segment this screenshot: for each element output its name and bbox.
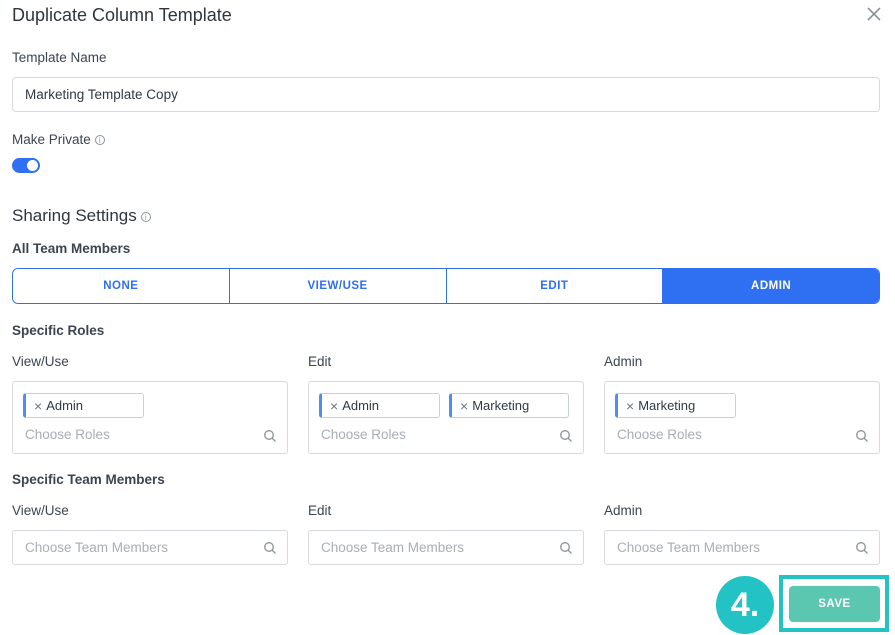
roles-admin-select[interactable]: × Marketing Choose Roles bbox=[604, 381, 880, 454]
info-icon: i bbox=[140, 211, 151, 222]
roles-view-use-label: View/Use bbox=[12, 354, 69, 369]
permission-edit-button[interactable]: EDIT bbox=[446, 269, 664, 303]
info-icon: i bbox=[94, 135, 105, 146]
make-private-label: Make Private i bbox=[12, 132, 105, 147]
permission-segmented-control: NONE VIEW/USE EDIT ADMIN bbox=[12, 268, 880, 304]
template-name-label: Template Name bbox=[12, 50, 107, 65]
role-tag: × Marketing bbox=[449, 393, 569, 418]
search-icon[interactable] bbox=[263, 429, 277, 443]
permission-admin-button[interactable]: ADMIN bbox=[663, 269, 879, 303]
dialog-title: Duplicate Column Template bbox=[12, 5, 232, 25]
members-edit-label: Edit bbox=[308, 503, 332, 518]
members-admin-label: Admin bbox=[604, 503, 643, 518]
search-icon[interactable] bbox=[263, 541, 277, 555]
choose-team-members-placeholder[interactable]: Choose Team Members bbox=[321, 540, 464, 555]
permission-view-use-button[interactable]: VIEW/USE bbox=[229, 269, 447, 303]
remove-tag-icon[interactable]: × bbox=[626, 399, 634, 413]
template-name-input[interactable] bbox=[12, 77, 880, 112]
role-tag: × Admin bbox=[23, 393, 144, 418]
choose-roles-placeholder[interactable]: Choose Roles bbox=[321, 427, 406, 442]
role-tag-label: Admin bbox=[46, 398, 84, 413]
members-admin-select[interactable]: Choose Team Members bbox=[604, 530, 880, 565]
remove-tag-icon[interactable]: × bbox=[460, 399, 468, 413]
specific-roles-heading: Specific Roles bbox=[12, 323, 105, 338]
remove-tag-icon[interactable]: × bbox=[34, 399, 42, 413]
all-team-members-label: All Team Members bbox=[12, 241, 131, 256]
close-icon[interactable] bbox=[864, 4, 884, 24]
choose-roles-placeholder[interactable]: Choose Roles bbox=[25, 427, 110, 442]
search-icon[interactable] bbox=[559, 541, 573, 555]
sharing-settings-heading: Sharing Settings i bbox=[12, 206, 151, 226]
role-tag-label: Admin bbox=[342, 398, 380, 413]
members-edit-select[interactable]: Choose Team Members bbox=[308, 530, 584, 565]
choose-team-members-placeholder[interactable]: Choose Team Members bbox=[25, 540, 168, 555]
remove-tag-icon[interactable]: × bbox=[330, 399, 338, 413]
search-icon[interactable] bbox=[855, 429, 869, 443]
role-tag-label: Marketing bbox=[472, 398, 530, 413]
members-view-use-select[interactable]: Choose Team Members bbox=[12, 530, 288, 565]
make-private-toggle[interactable] bbox=[12, 158, 40, 173]
role-tag-label: Marketing bbox=[638, 398, 696, 413]
toggle-knob bbox=[27, 160, 38, 171]
role-tag: × Admin bbox=[319, 393, 440, 418]
roles-admin-label: Admin bbox=[604, 354, 643, 369]
step-number-badge: 4. bbox=[716, 576, 774, 634]
search-icon[interactable] bbox=[559, 429, 573, 443]
permission-none-button[interactable]: NONE bbox=[13, 269, 230, 303]
search-icon[interactable] bbox=[855, 541, 869, 555]
roles-edit-select[interactable]: × Admin × Marketing Choose Roles bbox=[308, 381, 584, 454]
specific-team-members-heading: Specific Team Members bbox=[12, 472, 165, 487]
role-tag: × Marketing bbox=[615, 393, 736, 418]
choose-roles-placeholder[interactable]: Choose Roles bbox=[617, 427, 702, 442]
choose-team-members-placeholder[interactable]: Choose Team Members bbox=[617, 540, 760, 555]
roles-edit-label: Edit bbox=[308, 354, 332, 369]
members-view-use-label: View/Use bbox=[12, 503, 69, 518]
save-button[interactable]: SAVE bbox=[789, 586, 880, 622]
roles-view-use-select[interactable]: × Admin Choose Roles bbox=[12, 381, 288, 454]
